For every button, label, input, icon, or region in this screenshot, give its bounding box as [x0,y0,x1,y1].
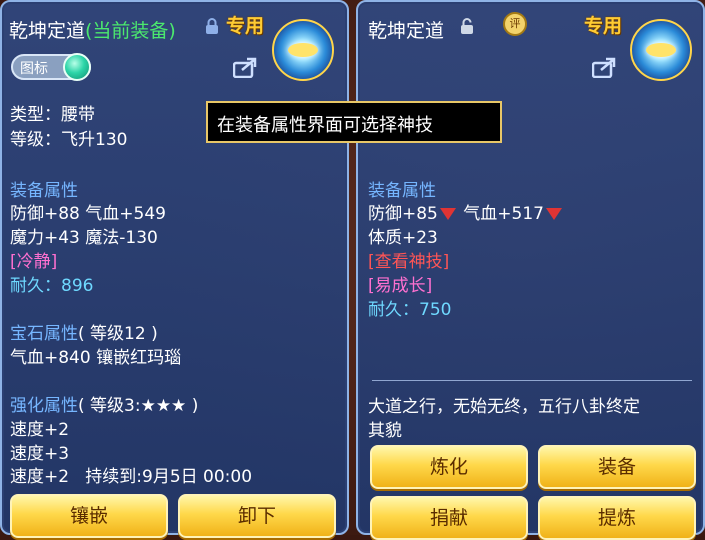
inlay-button[interactable]: 镶嵌 [10,494,168,538]
hint-tooltip: 在装备属性界面可选择神技 [206,101,502,143]
exclusive-label: 专用 [584,15,623,37]
review-badge[interactable]: 评 [503,12,527,36]
current-equipment-panel: 乾坤定道(当前装备) 专用 图标 类型：腰带 等级：飞升130 装备属性 防御+… [0,0,349,538]
enhance-line: 速度+3 [10,444,70,464]
share-icon[interactable] [592,56,618,78]
refine-button[interactable]: 炼化 [370,445,528,489]
donate-button[interactable]: 捐献 [370,496,528,540]
equip-button[interactable]: 装备 [538,445,696,489]
compared-equipment-panel: 乾坤定道 专用 装备属性 防御+85 气血+517 体质+23 [查看神技] [… [356,0,705,540]
tooltip-text: 在装备属性界面可选择神技 [217,115,433,136]
item-description: 大道之行，无始无终，五行八卦终定 [368,397,640,417]
unlock-icon[interactable] [460,18,474,34]
durability: 耐久：896 [10,276,94,296]
toggle-knob[interactable] [63,53,91,81]
item-type: 类型：腰带 [10,105,95,125]
share-icon[interactable] [233,56,259,78]
special-effect-tag: [冷静] [10,252,58,272]
right-item-title: 乾坤定道 [368,20,445,42]
equipped-status: (当前装备) [85,20,176,42]
gem-attr-line: 气血+840 镶嵌红玛瑙 [10,348,182,368]
enhance-header-line: 强化属性( 等级3:★★★ ) [10,391,198,416]
gem-header-line: 宝石属性( 等级12 ) [10,319,158,344]
equip-attr-header: 装备属性 [368,181,436,201]
divider [372,380,692,381]
attr-line: 魔力+43 魔法-130 [10,228,158,248]
enhance-line: 速度+2 持续到:9月5日 00:00 [10,467,253,487]
view-skill-link[interactable]: [查看神技] [368,247,449,272]
gem-attr-header: 宝石属性 [10,324,78,344]
attr-line: 防御+88 气血+549 [10,204,166,224]
constitution-value: 体质+23 [368,228,438,248]
down-arrow-icon [546,208,562,220]
item-description: 其貌 [368,421,402,441]
belt-item-icon [630,19,692,81]
durability: 耐久：750 [368,300,452,320]
unequip-button[interactable]: 卸下 [178,494,336,538]
defense-value: 防御+85 [368,204,438,224]
icon-toggle[interactable]: 图标 [11,53,91,81]
extract-button[interactable]: 提炼 [538,496,696,540]
item-level: 等级：飞升130 [10,130,128,150]
enhance-level: ( 等级3:★★★ ) [78,396,199,416]
enhance-line: 速度+2 [10,420,70,440]
down-arrow-icon [439,208,456,220]
left-item-title: 乾坤定道(当前装备) [9,16,176,43]
lock-icon[interactable] [205,18,219,34]
belt-item-icon [272,19,334,81]
attr-compare-line: 防御+85 气血+517 [368,199,564,224]
exclusive-label: 专用 [226,15,265,37]
enhance-attr-header: 强化属性 [10,396,78,416]
left-item-name: 乾坤定道 [9,20,86,42]
growth-tag: [易成长] [368,276,433,296]
gem-level: ( 等级12 ) [78,324,158,344]
icon-toggle-label: 图标 [20,61,48,77]
equip-attr-header: 装备属性 [10,181,78,201]
hp-value: 气血+517 [463,204,544,224]
